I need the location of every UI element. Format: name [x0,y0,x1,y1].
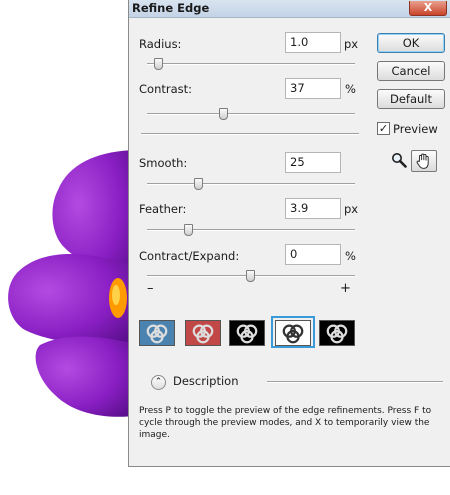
dialog-titlebar[interactable]: Refine Edge X [129,0,450,18]
minus-sign: – [147,281,154,296]
zoom-icon[interactable] [391,152,407,168]
trefoil-icon [326,324,348,344]
section-divider [141,133,359,135]
preview-checkbox[interactable]: ✓ [377,122,390,135]
feather-input[interactable]: 3.9 [285,198,341,219]
contract-expand-unit: % [345,249,356,263]
radius-input[interactable]: 1.0 [285,32,341,53]
refine-edge-dialog: Refine Edge X Radius: 1.0 px Contrast: 3… [128,0,450,467]
preview-mode-on-black[interactable] [229,320,265,346]
radius-slider-track[interactable] [147,63,355,65]
radius-label: Radius: [139,37,182,51]
description-toggle[interactable]: ⌃ [151,375,166,390]
hand-icon [416,153,429,169]
trefoil-icon [192,324,214,344]
preview-mode-standard[interactable] [139,320,175,346]
contrast-input[interactable]: 37 [285,78,341,99]
feather-slider-track[interactable] [147,229,355,231]
flower-photo [8,150,140,417]
contrast-slider-track[interactable] [147,113,355,115]
preview-mode-mask[interactable] [319,320,355,346]
feather-label: Feather: [139,202,187,216]
preview-mode-quick-mask[interactable] [185,320,221,346]
contract-expand-slider-thumb[interactable] [246,270,255,282]
smooth-slider-track[interactable] [147,183,355,185]
preview-label: Preview [393,122,438,136]
default-button[interactable]: Default [377,89,445,109]
contract-expand-input[interactable]: 0 [285,244,341,265]
contrast-slider-thumb[interactable] [218,108,228,120]
description-text: Press P to toggle the preview of the edg… [139,406,432,440]
feather-unit: px [344,202,359,216]
ok-button[interactable]: OK [377,33,445,53]
contract-expand-label: Contract/Expand: [139,249,240,263]
description-divider [267,381,443,383]
contrast-label: Contrast: [139,82,193,96]
radius-slider-thumb[interactable] [154,58,164,70]
trefoil-icon [282,324,304,344]
trefoil-icon [146,324,168,344]
hand-tool-button[interactable] [411,150,437,172]
feather-slider-thumb[interactable] [183,224,193,236]
dialog-title: Refine Edge [132,1,210,15]
radius-unit: px [344,37,359,51]
contrast-unit: % [345,82,356,96]
close-button[interactable]: X [409,1,447,16]
smooth-label: Smooth: [139,156,188,170]
smooth-slider-thumb[interactable] [194,178,203,190]
preview-mode-on-white[interactable] [275,320,311,346]
cancel-button[interactable]: Cancel [377,61,445,81]
plus-sign: + [340,281,351,296]
description-label: Description [173,374,239,388]
trefoil-icon [236,324,258,344]
smooth-input[interactable]: 25 [285,152,341,173]
